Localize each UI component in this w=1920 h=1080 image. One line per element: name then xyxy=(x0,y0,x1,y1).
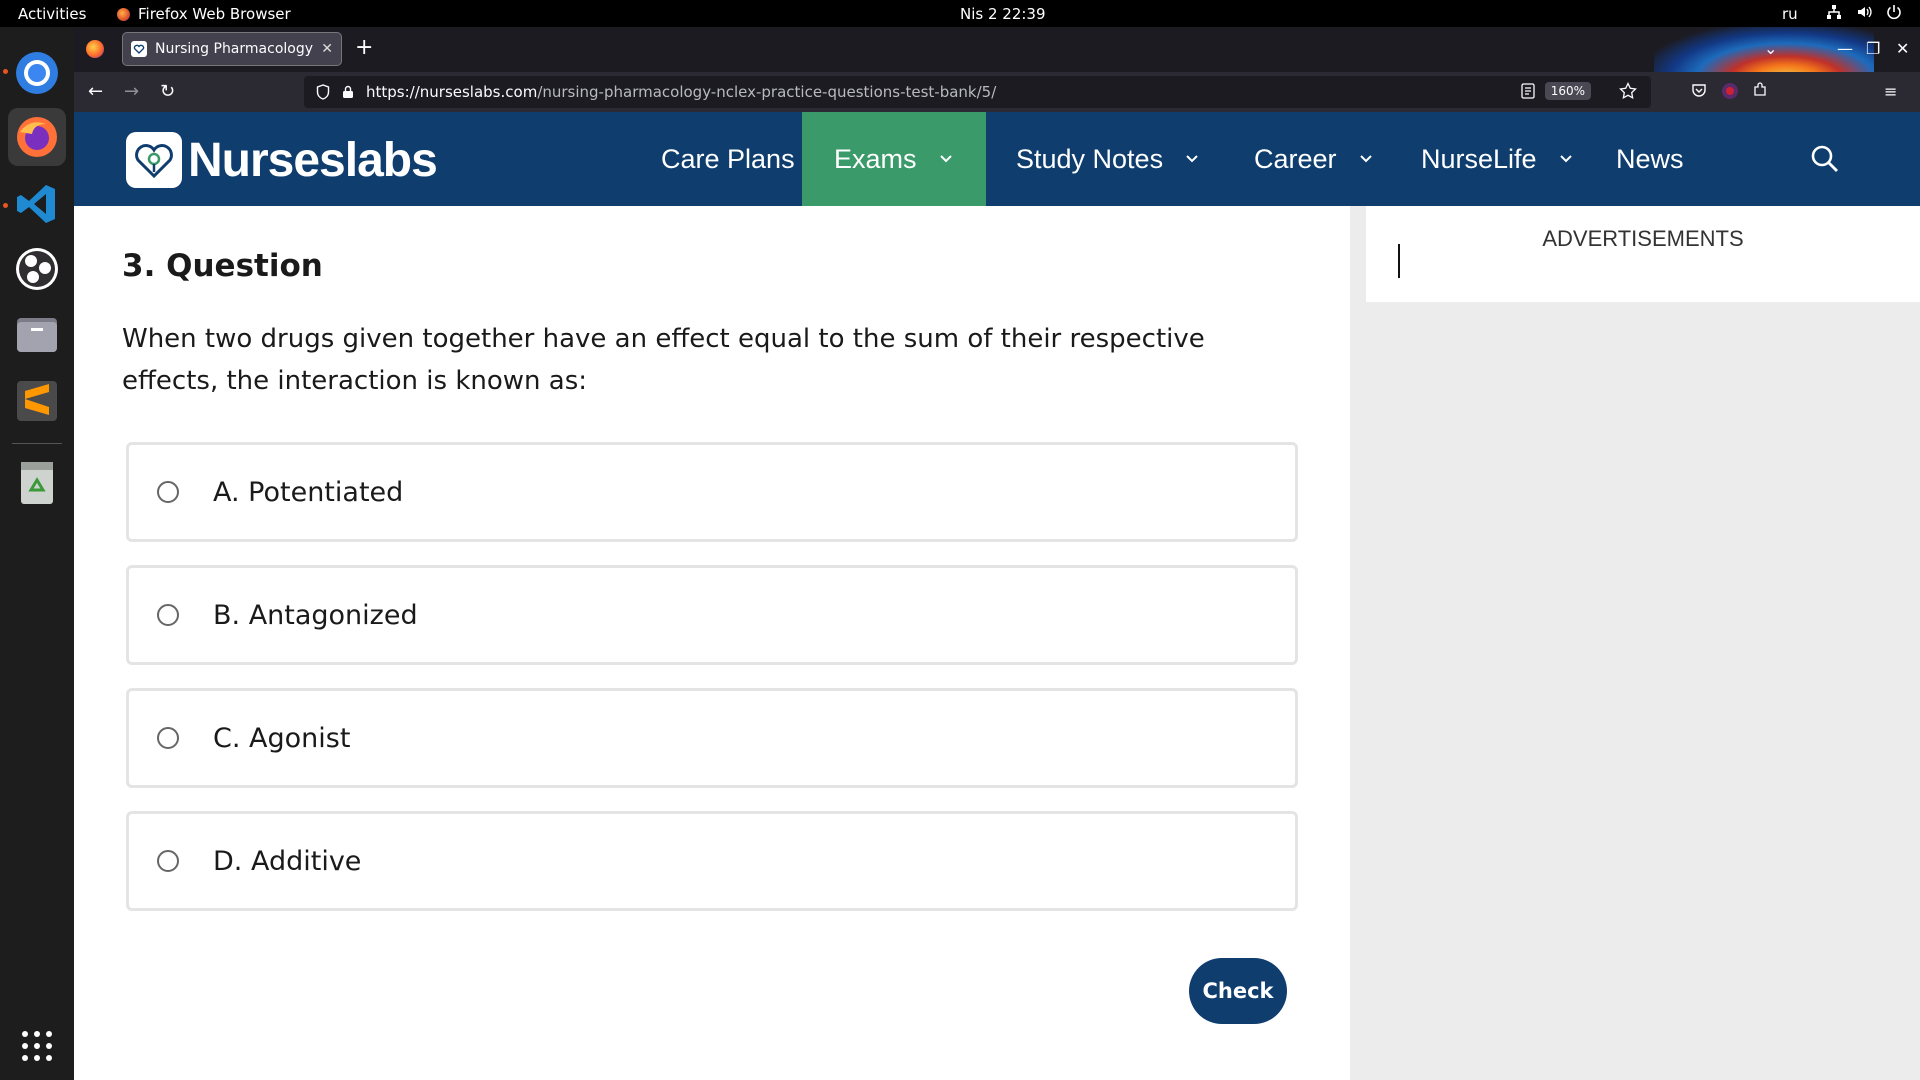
lock-icon[interactable] xyxy=(342,85,354,99)
close-window-icon[interactable]: ✕ xyxy=(1896,39,1909,58)
radio-button[interactable] xyxy=(157,727,179,749)
menu-nurselife[interactable]: NurseLife xyxy=(1389,112,1605,206)
reader-view-icon[interactable] xyxy=(1520,83,1536,99)
browser-window: Nursing Pharmacology Q ✕ + ⌄ — ❐ ✕ ← → ↻… xyxy=(74,27,1920,1080)
menu-label: News xyxy=(1616,143,1684,174)
hamburger-menu-icon[interactable]: ≡ xyxy=(1884,82,1897,101)
quiz-content: 3. Question When two drugs given togethe… xyxy=(74,206,1350,1080)
activities-button[interactable]: Activities xyxy=(18,5,86,23)
url-host: https://nurseslabs.com xyxy=(366,83,538,101)
radio-button[interactable] xyxy=(157,850,179,872)
nurseslabs-logo[interactable]: Nurseslabs xyxy=(126,132,438,188)
advertisements-label: ADVERTISEMENTS xyxy=(1542,226,1744,251)
answer-option-b[interactable]: B. Antagonized xyxy=(126,565,1298,665)
menu-label: Career xyxy=(1254,143,1337,174)
sublime-text-launcher[interactable] xyxy=(8,372,66,430)
chrome-launcher[interactable] xyxy=(8,44,66,102)
new-tab-button[interactable]: + xyxy=(355,35,373,60)
vscode-icon xyxy=(17,185,55,223)
url-path: /nursing-pharmacology-nclex-practice-que… xyxy=(537,83,997,101)
network-icon xyxy=(1827,5,1841,19)
menu-study-notes[interactable]: Study Notes xyxy=(984,112,1231,206)
site-navigation: Nurseslabs Care Plans Exams Study Notes … xyxy=(74,112,1920,206)
web-page: Nurseslabs Care Plans Exams Study Notes … xyxy=(74,112,1920,1080)
app-menu[interactable]: Firefox Web Browser xyxy=(117,5,291,23)
vscode-launcher[interactable] xyxy=(8,175,66,233)
tab-strip: Nursing Pharmacology Q ✕ + ⌄ — ❐ ✕ xyxy=(74,27,1920,112)
url-text: https://nurseslabs.com/nursing-pharmacol… xyxy=(366,83,996,101)
chevron-down-icon xyxy=(939,155,952,163)
brand-name: Nurseslabs xyxy=(188,133,438,187)
pocket-icon[interactable] xyxy=(1691,82,1707,102)
search-icon[interactable] xyxy=(1810,144,1840,174)
navigation-toolbar: ← → ↻ https://nurseslabs.com/nursing-pha… xyxy=(74,72,1920,112)
menu-label: Care Plans xyxy=(661,143,795,174)
files-launcher[interactable] xyxy=(8,305,66,363)
extensions-icon[interactable] xyxy=(1752,82,1768,102)
folder-icon xyxy=(17,318,57,352)
answer-option-a[interactable]: A. Potentiated xyxy=(126,442,1298,542)
question-title: 3. Question xyxy=(122,248,323,284)
answer-option-c[interactable]: C. Agonist xyxy=(126,688,1298,788)
menu-label: Study Notes xyxy=(1016,143,1164,174)
menu-label: Exams xyxy=(834,143,917,174)
option-label: A. Potentiated xyxy=(213,476,404,508)
bookmark-star-icon[interactable] xyxy=(1619,82,1637,100)
menu-news[interactable]: News xyxy=(1584,112,1716,206)
forward-icon[interactable]: → xyxy=(124,81,139,102)
check-button[interactable]: Check xyxy=(1189,958,1287,1024)
question-text: When two drugs given together have an ef… xyxy=(122,324,1205,396)
account-avatar-icon[interactable] xyxy=(1721,82,1739,104)
minimize-icon[interactable]: — xyxy=(1837,39,1853,58)
advertisement-box: ADVERTISEMENTS xyxy=(1366,206,1920,302)
text-cursor xyxy=(1398,244,1400,278)
menu-career[interactable]: Career xyxy=(1222,112,1405,206)
restore-icon[interactable]: ❐ xyxy=(1866,39,1880,58)
option-label: C. Agonist xyxy=(213,722,351,754)
chevron-down-icon xyxy=(1359,155,1372,163)
app-name: Firefox Web Browser xyxy=(138,5,291,23)
zoom-indicator[interactable]: 160% xyxy=(1544,82,1591,100)
close-tab-icon[interactable]: ✕ xyxy=(321,41,333,57)
firefox-launcher[interactable] xyxy=(8,108,66,166)
dock xyxy=(0,27,74,1080)
tracking-protection-icon[interactable] xyxy=(316,84,330,100)
nurseslabs-favicon xyxy=(131,41,147,57)
obs-icon xyxy=(16,248,58,290)
system-tray[interactable] xyxy=(1826,4,1902,20)
firefox-icon xyxy=(17,117,57,157)
sublime-icon xyxy=(17,381,57,421)
trash-launcher[interactable] xyxy=(8,454,66,512)
reload-icon[interactable]: ↻ xyxy=(160,81,175,102)
volume-icon xyxy=(1858,6,1872,18)
trash-icon xyxy=(21,462,53,504)
logo-heart-icon xyxy=(126,132,182,188)
option-label: D. Additive xyxy=(213,845,362,877)
system-top-bar: Activities Firefox Web Browser Nis 2 22:… xyxy=(0,0,1920,27)
tab-title: Nursing Pharmacology Q xyxy=(155,41,314,57)
tab-nursing-pharmacology[interactable]: Nursing Pharmacology Q ✕ xyxy=(122,32,342,66)
chrome-icon xyxy=(16,52,58,94)
app-grid-icon xyxy=(22,1031,52,1061)
radio-button[interactable] xyxy=(157,481,179,503)
power-icon xyxy=(1887,5,1901,20)
firefox-icon xyxy=(117,7,130,21)
radio-button[interactable] xyxy=(157,604,179,626)
back-icon[interactable]: ← xyxy=(88,81,103,102)
sidebar: ADVERTISEMENTS xyxy=(1350,206,1920,1080)
answer-option-d[interactable]: D. Additive xyxy=(126,811,1298,911)
firefox-view-icon[interactable] xyxy=(86,40,104,58)
list-all-tabs-icon[interactable]: ⌄ xyxy=(1764,39,1777,58)
keyboard-layout-indicator[interactable]: ru xyxy=(1782,5,1798,23)
menu-label: NurseLife xyxy=(1421,143,1537,174)
chevron-down-icon xyxy=(1559,155,1572,163)
menu-exams[interactable]: Exams xyxy=(802,112,986,206)
option-label: B. Antagonized xyxy=(213,599,418,631)
address-bar[interactable]: https://nurseslabs.com/nursing-pharmacol… xyxy=(304,76,1651,108)
obs-launcher[interactable] xyxy=(8,240,66,298)
chevron-down-icon xyxy=(1186,155,1198,163)
dock-separator xyxy=(12,443,62,444)
clock[interactable]: Nis 2 22:39 xyxy=(960,5,1046,23)
show-applications-button[interactable] xyxy=(8,1017,66,1075)
